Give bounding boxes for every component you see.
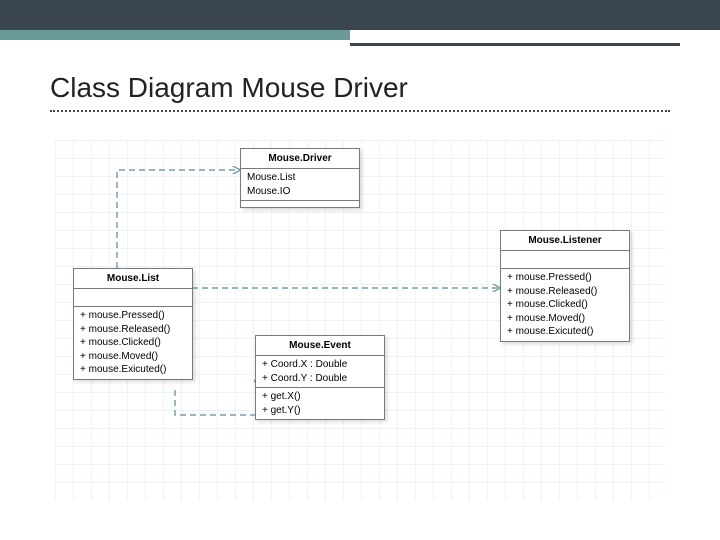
methods-section: + get.X() + get.Y(): [256, 388, 384, 419]
accent-bar: [0, 30, 350, 40]
methods-section: + mouse.Pressed() + mouse.Released() + m…: [74, 307, 192, 379]
class-mouse-driver: Mouse.Driver Mouse.List Mouse.IO: [240, 148, 360, 208]
method: + mouse.Clicked(): [507, 298, 623, 312]
class-title: Mouse.List: [74, 269, 192, 289]
attr: + Coord.Y : Double: [262, 372, 378, 386]
method: + mouse.Moved(): [507, 312, 623, 326]
method: + mouse.Pressed(): [507, 271, 623, 285]
method: + mouse.Released(): [507, 285, 623, 299]
class-mouse-list: Mouse.List + mouse.Pressed() + mouse.Rel…: [73, 268, 193, 380]
class-title: Mouse.Driver: [241, 149, 359, 169]
method: + get.Y(): [262, 404, 378, 418]
attr: Mouse.List: [247, 171, 353, 185]
class-title: Mouse.Listener: [501, 231, 629, 251]
method: + mouse.Exicuted(): [507, 325, 623, 339]
methods-section: [241, 201, 359, 207]
title-rule-solid: [350, 43, 680, 46]
method: + mouse.Exicuted(): [80, 363, 186, 377]
method: + mouse.Moved(): [80, 350, 186, 364]
page-title: Class Diagram Mouse Driver: [50, 72, 408, 104]
title-rule-dotted: [50, 110, 670, 112]
attributes-section: + Coord.X : Double + Coord.Y : Double: [256, 356, 384, 388]
method: + get.X(): [262, 390, 378, 404]
attributes-section: [74, 289, 192, 307]
method: + mouse.Clicked(): [80, 336, 186, 350]
attr: Mouse.IO: [247, 185, 353, 199]
attr: + Coord.X : Double: [262, 358, 378, 372]
class-mouse-listener: Mouse.Listener + mouse.Pressed() + mouse…: [500, 230, 630, 342]
diagram-canvas: Mouse.Driver Mouse.List Mouse.IO Mouse.L…: [55, 140, 665, 500]
method: + mouse.Released(): [80, 323, 186, 337]
class-title: Mouse.Event: [256, 336, 384, 356]
class-mouse-event: Mouse.Event + Coord.X : Double + Coord.Y…: [255, 335, 385, 420]
method: + mouse.Pressed(): [80, 309, 186, 323]
methods-section: + mouse.Pressed() + mouse.Released() + m…: [501, 269, 629, 341]
top-bar: [0, 0, 720, 30]
attributes-section: Mouse.List Mouse.IO: [241, 169, 359, 201]
attributes-section: [501, 251, 629, 269]
